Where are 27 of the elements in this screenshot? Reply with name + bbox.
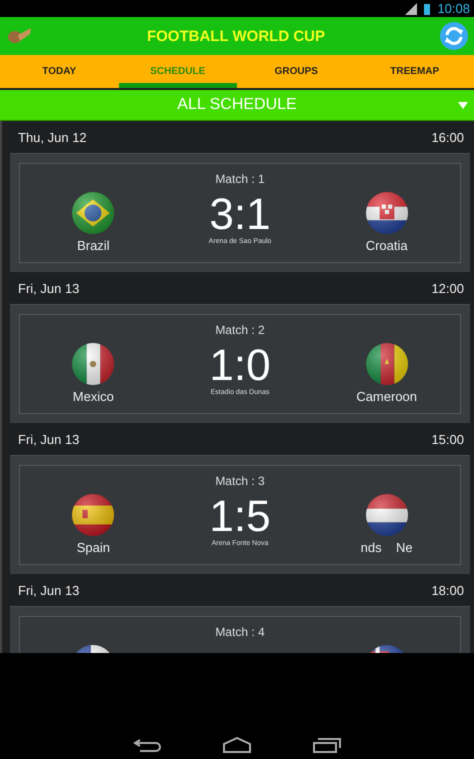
- match-time: 15:00: [431, 432, 464, 446]
- score: 1:5: [209, 494, 271, 540]
- match-date: Thu, Jun 12: [18, 130, 87, 144]
- clock: 10:08: [437, 1, 470, 16]
- team-name: Mexico: [72, 389, 114, 404]
- match-time: 18:00: [431, 582, 464, 598]
- match-time: 16:00: [431, 130, 464, 144]
- match-date: Fri, Jun 13: [18, 582, 80, 598]
- match-card[interactable]: Match : 4: [10, 606, 470, 653]
- match-date: Fri, Jun 13: [18, 432, 80, 446]
- tab[interactable]: TREEMAP: [356, 55, 474, 88]
- score: 1:0: [209, 343, 271, 389]
- team-name: Cameroon: [356, 389, 418, 404]
- match-number: Match : 3: [214, 474, 266, 488]
- team-name: nds Ne: [360, 540, 413, 555]
- match-number: Match : 2: [214, 323, 266, 337]
- team-name: Croatia: [366, 238, 408, 253]
- app-title: FOOTBALL WORLD CUP: [146, 28, 326, 44]
- match-number: Match : 1: [214, 172, 266, 186]
- match-time: 12:00: [431, 280, 464, 296]
- team-name: Brazil: [77, 238, 110, 253]
- tab[interactable]: TODAY: [0, 55, 118, 88]
- score: 3:1: [209, 192, 271, 238]
- tab[interactable]: GROUPS: [237, 55, 356, 88]
- match-date: Fri, Jun 13: [18, 280, 80, 296]
- match-number: Match : 4: [214, 625, 266, 639]
- team-name: Spain: [76, 540, 110, 555]
